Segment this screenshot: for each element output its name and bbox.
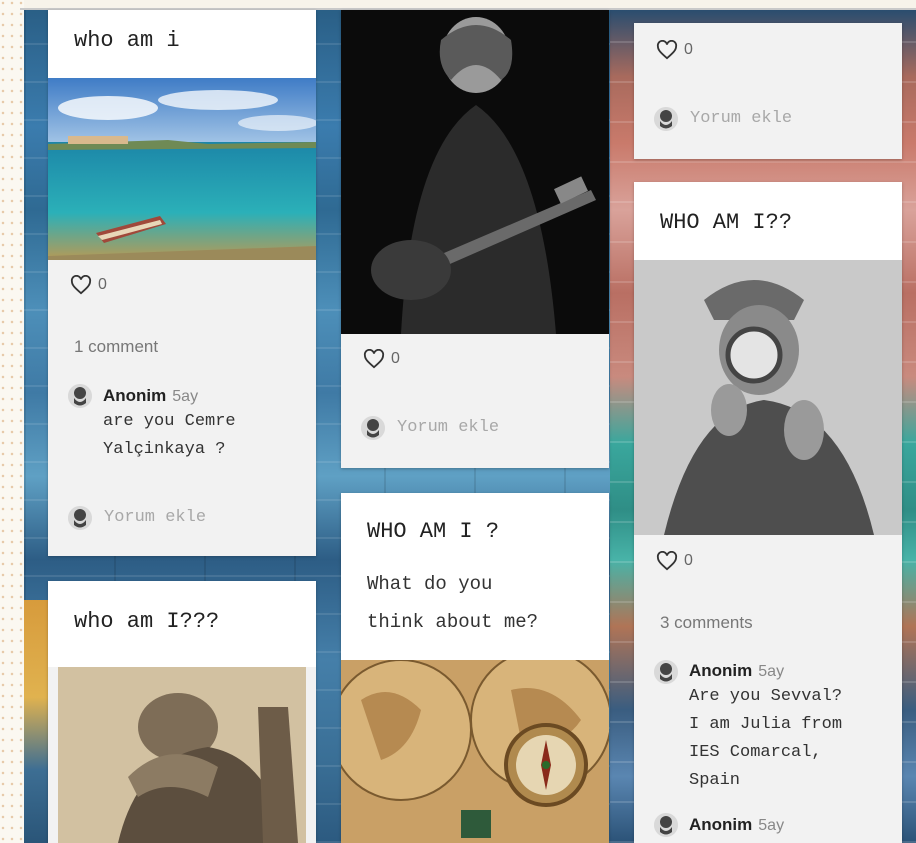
post-card-who-am-i-3: who am I??? (48, 581, 316, 843)
post-card-who-am-i: who am i 0 1 comment Anonim 5ay are you … (48, 10, 316, 556)
post-card-who-am-i-map: WHO AM I ? What do you think about me? (341, 493, 609, 843)
anonymous-avatar-icon (361, 416, 385, 440)
like-count: 0 (391, 350, 400, 367)
like-button[interactable]: 0 (70, 275, 107, 295)
anonymous-avatar-icon (654, 660, 678, 684)
heart-icon (363, 349, 385, 369)
add-comment-input[interactable]: Yorum ekle (104, 508, 206, 527)
card-header: who am I??? (48, 581, 316, 667)
post-image-guitarist[interactable] (341, 10, 609, 334)
card-header: WHO AM I?? (634, 182, 902, 260)
comment-time: 5ay (758, 663, 785, 680)
comments-count[interactable]: 3 comments (660, 613, 753, 633)
post-card-detective: WHO AM I?? 0 3 comments Anonim 5ay Are yo… (634, 182, 902, 843)
card-header: WHO AM I ? What do you think about me? (341, 493, 609, 660)
comment-time: 5ay (172, 388, 199, 405)
heart-icon (70, 275, 92, 295)
post-card-guitarist: 0 Yorum ekle (341, 10, 609, 468)
comment-text: are you Cemre Yalçinkaya ? (103, 412, 236, 459)
post-title: who am I??? (74, 609, 220, 634)
like-count: 0 (684, 552, 693, 569)
paper-edge (0, 0, 24, 843)
add-comment-input[interactable]: Yorum ekle (397, 418, 499, 437)
comment-author[interactable]: Anonim 5ay (103, 386, 198, 406)
comments-count[interactable]: 1 comment (74, 337, 158, 357)
comment-author[interactable]: Anonim 5ay (689, 661, 784, 681)
add-comment-input[interactable]: Yorum ekle (690, 109, 792, 128)
anonymous-avatar-icon (654, 813, 678, 837)
comment-text: Are you Sevval? I am Julia from IES Coma… (689, 687, 843, 790)
anonymous-avatar-icon (68, 506, 92, 530)
comment-time: 5ay (758, 817, 785, 834)
like-button[interactable]: 0 (656, 551, 693, 571)
like-button[interactable]: 0 (363, 349, 400, 369)
anonymous-avatar-icon (654, 107, 678, 131)
post-image-sketch[interactable] (58, 667, 306, 843)
post-body-line: What do you (367, 573, 493, 595)
comment-author[interactable]: Anonim 5ay (689, 815, 784, 835)
post-image-coast[interactable] (48, 78, 316, 260)
like-count: 0 (684, 41, 693, 58)
like-button[interactable]: 0 (656, 40, 693, 60)
post-card-top-right: 0 Yorum ekle (634, 23, 902, 159)
anonymous-avatar-icon (68, 384, 92, 408)
heart-icon (656, 40, 678, 60)
post-image-detective[interactable] (634, 260, 902, 535)
post-body-line: think about me? (367, 611, 539, 633)
heart-icon (656, 551, 678, 571)
post-title: WHO AM I ? (367, 519, 500, 544)
post-title: who am i (74, 28, 180, 53)
post-image-map-compass[interactable] (341, 660, 609, 843)
wall-accent (24, 600, 48, 843)
like-count: 0 (98, 276, 107, 293)
post-title: WHO AM I?? (660, 210, 793, 235)
